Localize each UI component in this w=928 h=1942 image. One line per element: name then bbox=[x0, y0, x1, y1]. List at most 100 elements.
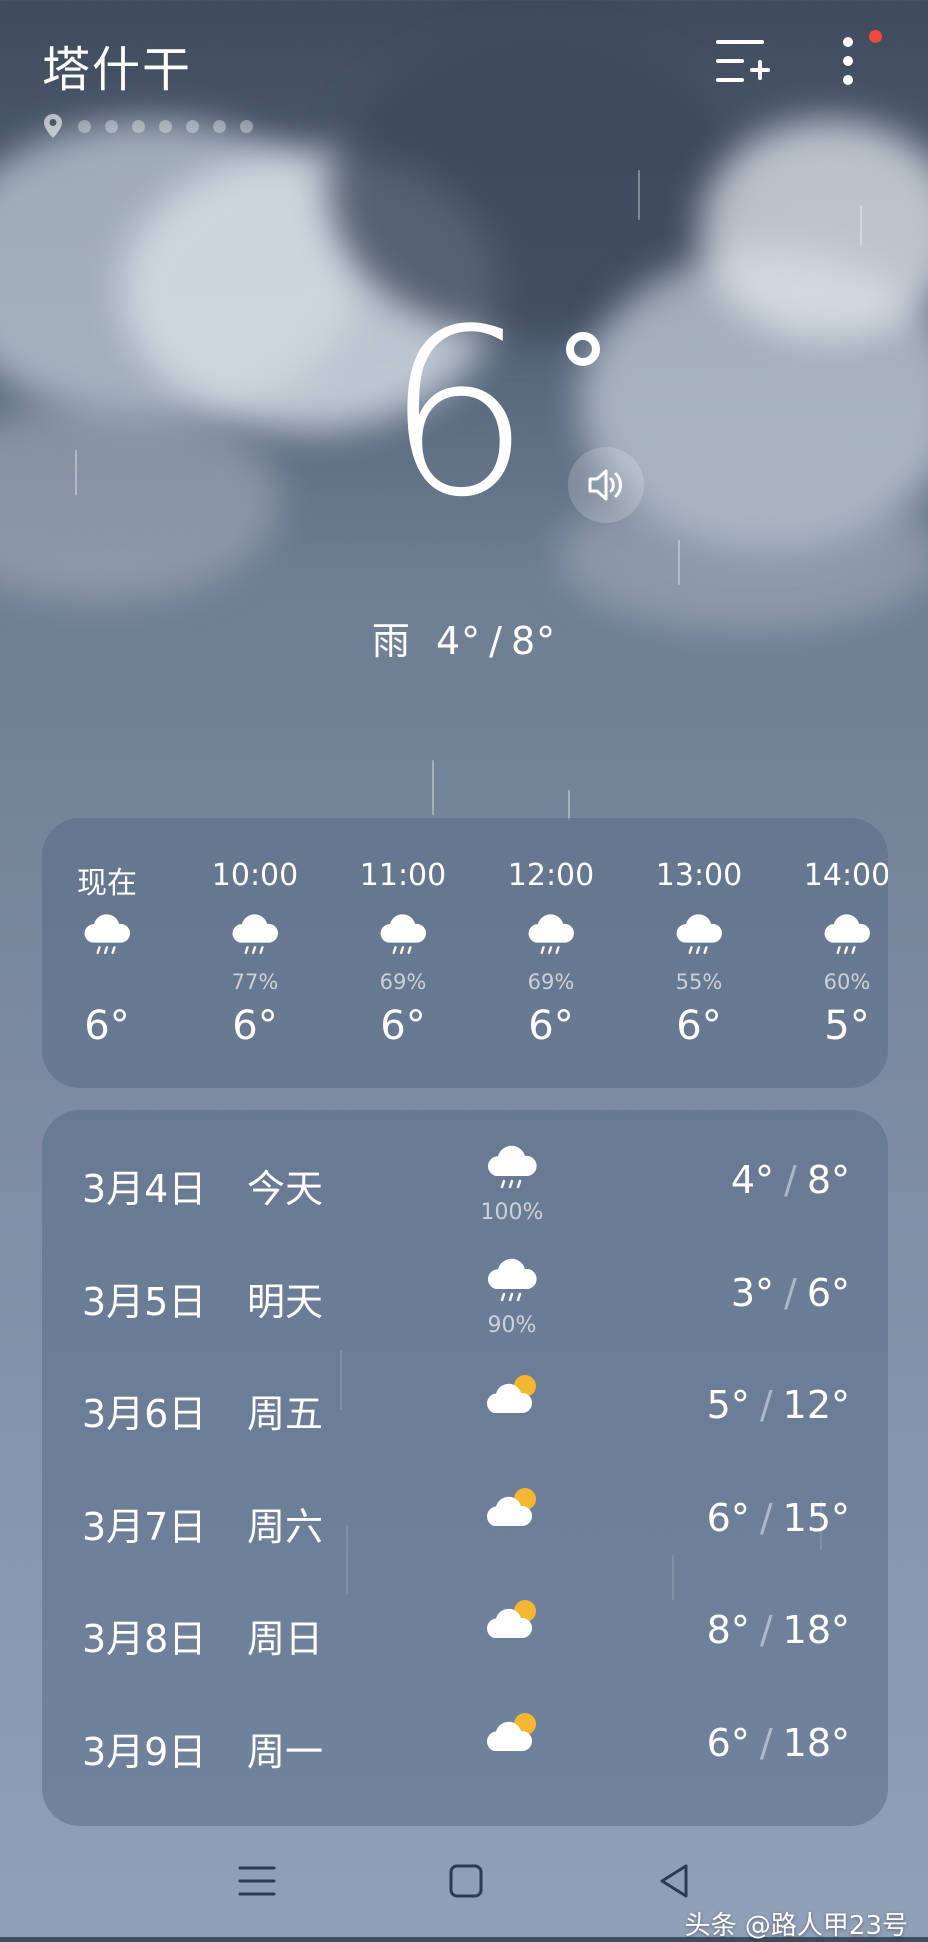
hour-time: 11:00 bbox=[359, 858, 447, 893]
partly-cloudy-icon bbox=[482, 1369, 542, 1421]
day-weekday: 周六 bbox=[247, 1504, 324, 1549]
day-high: 18° bbox=[782, 1720, 850, 1765]
hour-time: 12:00 bbox=[507, 858, 595, 893]
rain-cloud-icon bbox=[79, 912, 135, 962]
rain-cloud-icon bbox=[482, 1257, 542, 1309]
range-separator: / bbox=[759, 1495, 773, 1540]
speaker-icon[interactable] bbox=[568, 447, 644, 523]
page-dot[interactable] bbox=[186, 119, 199, 133]
range-separator: / bbox=[784, 1158, 797, 1202]
rain-cloud-icon bbox=[227, 912, 283, 962]
page-indicator bbox=[42, 113, 253, 139]
day-date: 3月5日 bbox=[82, 1279, 207, 1324]
day-temp-range: 3°/6° bbox=[731, 1271, 850, 1315]
hour-time: 14:00 bbox=[803, 858, 888, 893]
day-precip: 100% bbox=[480, 1200, 544, 1225]
rain-cloud-icon bbox=[671, 912, 727, 962]
day-precip: 90% bbox=[487, 1312, 537, 1338]
day-low: 5° bbox=[706, 1383, 750, 1427]
location-icon bbox=[44, 114, 62, 138]
home-nav-icon[interactable] bbox=[441, 1856, 491, 1906]
day-low: 4° bbox=[730, 1158, 774, 1202]
current-summary: 雨 4°/8° bbox=[0, 610, 928, 665]
hourly-forecast[interactable]: 现在 6° 10:00 77% 6° 11:00 69% 6° 12:00 69% 6° 13:00 5… bbox=[42, 818, 888, 1088]
hour-precip: 69% bbox=[527, 970, 575, 994]
range-separator: / bbox=[759, 1608, 773, 1652]
hour-temp: 6° bbox=[84, 1003, 130, 1049]
hour-temp: 6° bbox=[528, 1003, 574, 1049]
day-temp-range: 6°/18° bbox=[707, 1721, 850, 1765]
day-weekday: 周日 bbox=[247, 1617, 324, 1661]
rain-cloud-icon bbox=[819, 912, 875, 962]
day-high: 8° bbox=[806, 1158, 850, 1202]
day-temp-range: 6°/15° bbox=[707, 1496, 850, 1540]
current-condition: 雨 bbox=[371, 619, 411, 663]
daily-forecast[interactable]: 3月4日 今天 100% 4°/8° 3月5日 明天 90% 3°/6° 3月6日 周五 5°/12… bbox=[42, 1110, 888, 1826]
daily-row[interactable]: 3月4日 今天 100% 4°/8° bbox=[42, 1128, 888, 1240]
day-low: 6° bbox=[706, 1495, 750, 1540]
day-temp-range: 5°/12° bbox=[707, 1383, 850, 1427]
hour-temp: 6° bbox=[380, 1003, 426, 1049]
page-dot[interactable] bbox=[105, 119, 118, 133]
current-temperature: 6 bbox=[385, 281, 532, 548]
rain-cloud-icon bbox=[375, 912, 431, 962]
hour-time: 13:00 bbox=[655, 858, 743, 893]
daily-row[interactable]: 3月8日 周日 8°/18° bbox=[42, 1578, 888, 1690]
daily-row[interactable]: 3月6日 周五 5°/12° bbox=[42, 1353, 888, 1465]
page-dot[interactable] bbox=[213, 119, 226, 133]
menu-nav-icon[interactable] bbox=[232, 1856, 282, 1906]
partly-cloudy-icon bbox=[482, 1482, 542, 1534]
day-high: 6° bbox=[806, 1270, 850, 1315]
hour-temp: 6° bbox=[232, 1003, 278, 1049]
watermark: 头条 @路人甲23号 bbox=[684, 1911, 908, 1941]
partly-cloudy-icon bbox=[482, 1707, 542, 1759]
day-date: 3月4日 bbox=[82, 1167, 207, 1211]
hour-precip: 77% bbox=[231, 970, 279, 994]
partly-cloudy-icon bbox=[482, 1594, 542, 1646]
day-weekday: 周一 bbox=[247, 1729, 324, 1774]
day-date: 3月7日 bbox=[82, 1504, 207, 1549]
city-name[interactable]: 塔什干 bbox=[42, 30, 192, 100]
daily-row[interactable]: 3月7日 周六 6°/15° bbox=[42, 1466, 888, 1578]
add-city-icon[interactable] bbox=[714, 34, 770, 90]
hour-precip: 60% bbox=[823, 970, 871, 994]
hour-temp: 6° bbox=[676, 1003, 722, 1049]
degree-symbol-icon bbox=[566, 332, 600, 366]
hour-time: 现在 bbox=[77, 866, 137, 901]
current-range-separator: / bbox=[489, 619, 503, 663]
rain-cloud-icon bbox=[523, 912, 579, 962]
range-separator: / bbox=[759, 1720, 773, 1765]
page-dot[interactable] bbox=[159, 119, 172, 133]
day-high: 18° bbox=[782, 1608, 850, 1652]
current-low: 4° bbox=[435, 619, 482, 663]
page-dot[interactable] bbox=[132, 119, 145, 133]
day-high: 12° bbox=[782, 1383, 850, 1427]
back-nav-icon[interactable] bbox=[650, 1856, 700, 1906]
rain-cloud-icon bbox=[482, 1144, 542, 1196]
daily-row[interactable]: 3月9日 周一 6°/18° bbox=[42, 1691, 888, 1803]
day-date: 3月9日 bbox=[82, 1729, 207, 1774]
range-separator: / bbox=[784, 1270, 797, 1315]
day-low: 3° bbox=[730, 1270, 774, 1315]
day-weekday: 明天 bbox=[247, 1279, 324, 1324]
day-high: 15° bbox=[782, 1495, 850, 1540]
page-dot[interactable] bbox=[78, 119, 91, 133]
day-low: 8° bbox=[706, 1608, 750, 1652]
page-dot[interactable] bbox=[240, 119, 253, 133]
current-high: 8° bbox=[510, 619, 557, 663]
notification-badge bbox=[869, 30, 882, 43]
day-temp-range: 8°/18° bbox=[707, 1608, 850, 1652]
top-bar: 塔什干 bbox=[0, 0, 928, 140]
daily-row[interactable]: 3月5日 明天 90% 3°/6° bbox=[42, 1241, 888, 1353]
hour-precip: 69% bbox=[379, 970, 427, 994]
day-temp-range: 4°/8° bbox=[731, 1158, 850, 1202]
day-date: 3月8日 bbox=[82, 1617, 207, 1661]
hour-time: 10:00 bbox=[211, 858, 299, 893]
day-date: 3月6日 bbox=[82, 1392, 207, 1436]
day-weekday: 今天 bbox=[247, 1167, 324, 1211]
more-menu-icon[interactable] bbox=[820, 34, 876, 90]
day-low: 6° bbox=[706, 1720, 750, 1765]
hour-temp: 5° bbox=[824, 1003, 870, 1049]
day-weekday: 周五 bbox=[247, 1392, 324, 1436]
hour-precip: 55% bbox=[675, 970, 723, 994]
